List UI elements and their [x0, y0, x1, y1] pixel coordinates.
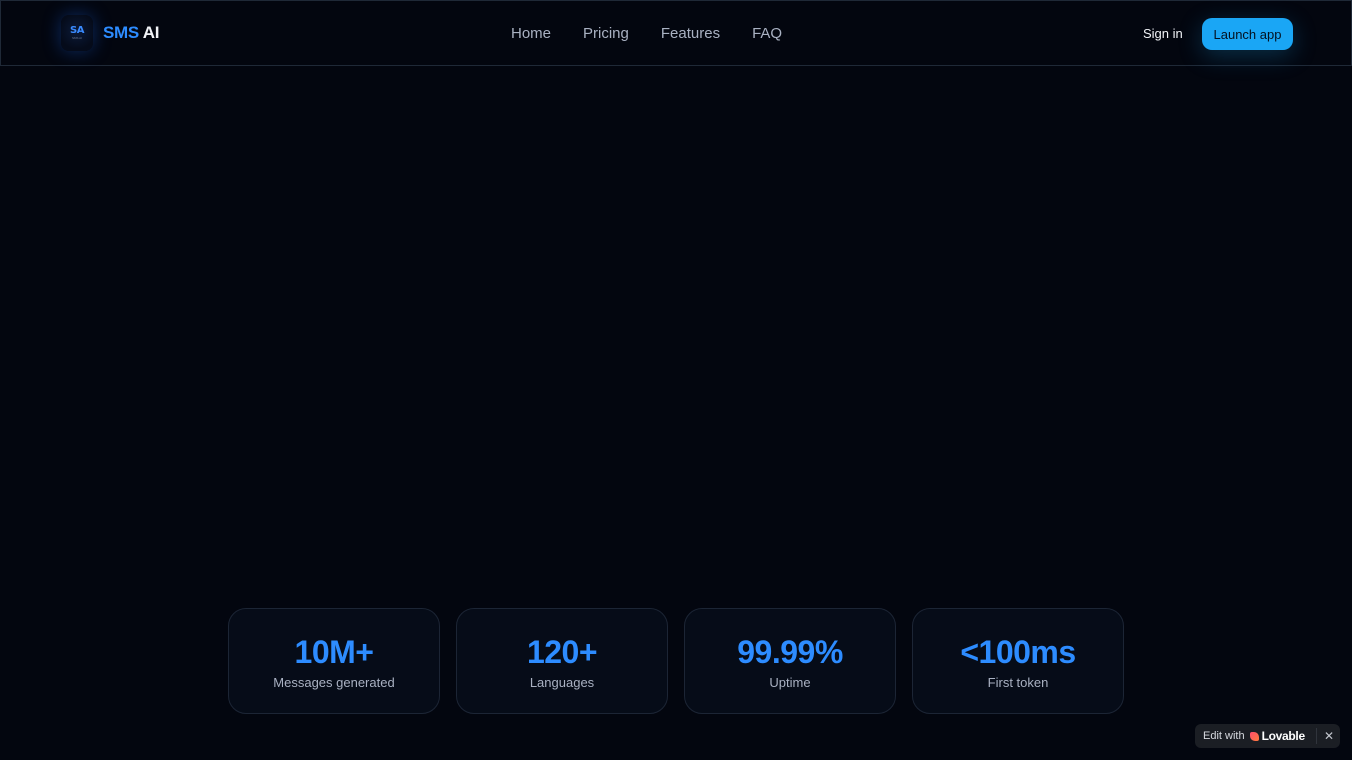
nav-link-faq[interactable]: FAQ [752, 25, 782, 43]
stat-card-first-token: <100ms First token [912, 608, 1124, 714]
brand-name: SMS AI [103, 23, 159, 43]
stat-card-languages: 120+ Languages [456, 608, 668, 714]
main-nav: Home Pricing Features FAQ [511, 25, 782, 43]
stat-label: Messages generated [273, 675, 395, 690]
nav-link-pricing[interactable]: Pricing [583, 25, 629, 43]
nav-link-home[interactable]: Home [511, 25, 551, 43]
edit-with-lovable-badge[interactable]: Edit with Lovable ✕ [1195, 724, 1340, 748]
brand-link[interactable]: SA SMS AI SMS AI [61, 15, 159, 51]
logo-subtext: SMS AI [71, 35, 82, 40]
close-icon[interactable]: ✕ [1321, 727, 1337, 745]
brand-name-sms: SMS [103, 23, 139, 42]
stats-row: 10M+ Messages generated 120+ Languages 9… [228, 608, 1124, 714]
badge-brand: Lovable [1261, 729, 1306, 743]
stat-value: <100ms [960, 634, 1076, 670]
badge-divider [1316, 728, 1317, 744]
page: SA SMS AI SMS AI Home Pricing Features F… [0, 0, 1352, 760]
stat-value: 99.99% [737, 634, 843, 670]
heart-icon [1249, 731, 1259, 741]
nav-link-features[interactable]: Features [661, 25, 720, 43]
logo-icon: SA SMS AI [61, 15, 93, 51]
launch-app-button[interactable]: Launch app [1202, 18, 1293, 50]
top-navbar: SA SMS AI SMS AI Home Pricing Features F… [0, 0, 1352, 66]
brand-name-ai: AI [142, 23, 160, 42]
stat-card-uptime: 99.99% Uptime [684, 608, 896, 714]
stat-label: Languages [529, 675, 595, 690]
badge-prefix: Edit with [1203, 730, 1245, 742]
stat-value: 120+ [526, 634, 598, 670]
logo-mark: SA [70, 24, 84, 36]
sign-in-button[interactable]: Sign in [1143, 25, 1183, 43]
stat-value: 10M+ [294, 634, 374, 670]
stat-card-messages: 10M+ Messages generated [228, 608, 440, 714]
stat-label: First token [987, 675, 1049, 690]
stat-label: Uptime [769, 675, 811, 690]
